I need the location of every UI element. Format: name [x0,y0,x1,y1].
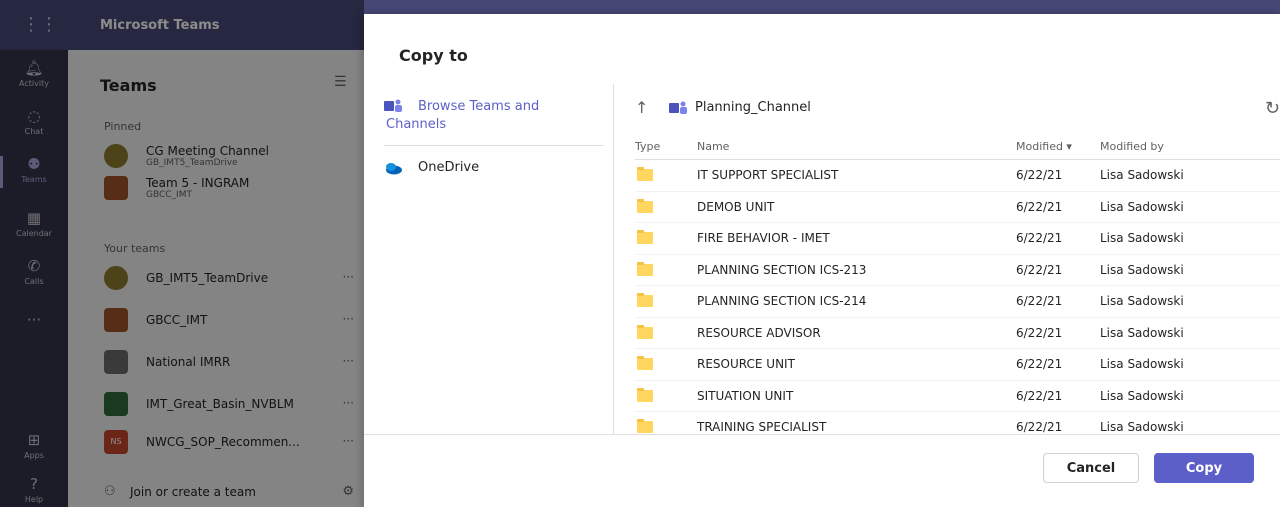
file-modified-by: Lisa Sadowski [1100,168,1184,182]
column-modified[interactable]: Modified ▾ [1016,140,1072,153]
file-modified: 6/22/21 [1016,420,1063,434]
column-type[interactable]: Type [635,140,660,153]
folder-icon [637,293,653,307]
file-modified: 6/22/21 [1016,325,1063,340]
column-name[interactable]: Name [697,140,729,153]
folder-icon [637,198,653,213]
table-row[interactable]: PLANNING SECTION ICS-213 6/22/21 Lisa Sa… [635,255,1280,286]
cancel-button[interactable]: Cancel [1043,453,1139,483]
file-modified: 6/22/21 [1016,168,1063,182]
file-name: SITUATION UNIT [697,388,794,403]
refresh-icon[interactable]: ↻ [1265,98,1280,119]
file-modified-by: Lisa Sadowski [1100,420,1184,434]
file-modified: 6/22/21 [1016,357,1063,371]
file-browser: ↑ Planning_Channel ↻ Type Name Modified … [615,84,1280,434]
folder-icon [637,356,653,370]
file-modified: 6/22/21 [1016,262,1063,277]
folder-icon [637,167,653,181]
folder-icon [637,230,653,244]
browse-label-2: Channels [386,117,447,132]
onedrive-label: OneDrive [418,160,480,175]
table-row[interactable]: FIRE BEHAVIOR - IMET 6/22/21 Lisa Sadows… [635,223,1280,255]
table-row[interactable]: SITUATION UNIT 6/22/21 Lisa Sadowski [635,381,1280,412]
file-modified-by: Lisa Sadowski [1100,325,1184,340]
copy-button[interactable]: Copy [1154,453,1254,483]
file-modified: 6/22/21 [1016,294,1063,308]
onedrive-link[interactable]: OneDrive [384,160,604,180]
table-row[interactable]: PLANNING SECTION ICS-214 6/22/21 Lisa Sa… [635,286,1280,318]
folder-icon [637,324,653,339]
folder-icon [637,387,653,402]
arrow-up-icon[interactable]: ↑ [635,98,648,117]
location-pane: Browse Teams and Channels OneDrive [364,84,614,434]
file-name: PLANNING SECTION ICS-214 [697,294,867,308]
modal-overlay [0,0,364,507]
file-modified-by: Lisa Sadowski [1100,231,1184,245]
file-name: RESOURCE ADVISOR [697,325,821,340]
dialog-footer: Cancel Copy [364,434,1280,507]
file-modified-by: Lisa Sadowski [1100,294,1184,308]
file-name: FIRE BEHAVIOR - IMET [697,231,830,245]
file-name: TRAINING SPECIALIST [697,420,827,434]
table-row[interactable]: DEMOB UNIT 6/22/21 Lisa Sadowski [635,192,1280,223]
file-modified-by: Lisa Sadowski [1100,262,1184,277]
file-name: DEMOB UNIT [697,199,775,214]
file-modified: 6/22/21 [1016,388,1063,403]
onedrive-cloud-icon [386,163,402,175]
file-list: IT SUPPORT SPECIALIST 6/22/21 Lisa Sadow… [635,160,1280,434]
folder-icon [637,261,653,276]
file-name: PLANNING SECTION ICS-213 [697,262,867,277]
file-modified-by: Lisa Sadowski [1100,388,1184,403]
file-modified: 6/22/21 [1016,231,1063,245]
table-row[interactable]: TRAINING SPECIALIST 6/22/21 Lisa Sadowsk… [635,412,1280,434]
file-modified: 6/22/21 [1016,199,1063,214]
column-modified-by[interactable]: Modified by [1100,140,1164,153]
file-modified-by: Lisa Sadowski [1100,357,1184,371]
file-modified-by: Lisa Sadowski [1100,199,1184,214]
copy-to-dialog: Copy to Browse Teams and Channels OneDri… [364,14,1280,507]
teams-logo-icon [384,99,402,112]
table-header: Type Name Modified ▾ Modified by [635,140,1280,160]
dialog-title: Copy to [399,46,468,65]
teams-logo-icon [669,101,687,114]
file-name: RESOURCE UNIT [697,357,795,371]
browse-teams-channels-link[interactable]: Browse Teams and Channels [384,98,604,146]
file-name: IT SUPPORT SPECIALIST [697,168,839,182]
table-row[interactable]: IT SUPPORT SPECIALIST 6/22/21 Lisa Sadow… [635,160,1280,192]
breadcrumb-current: Planning_Channel [695,100,811,115]
table-row[interactable]: RESOURCE ADVISOR 6/22/21 Lisa Sadowski [635,318,1280,349]
browse-label: Browse Teams and [418,99,540,114]
table-row[interactable]: RESOURCE UNIT 6/22/21 Lisa Sadowski [635,349,1280,381]
folder-icon [637,419,653,433]
